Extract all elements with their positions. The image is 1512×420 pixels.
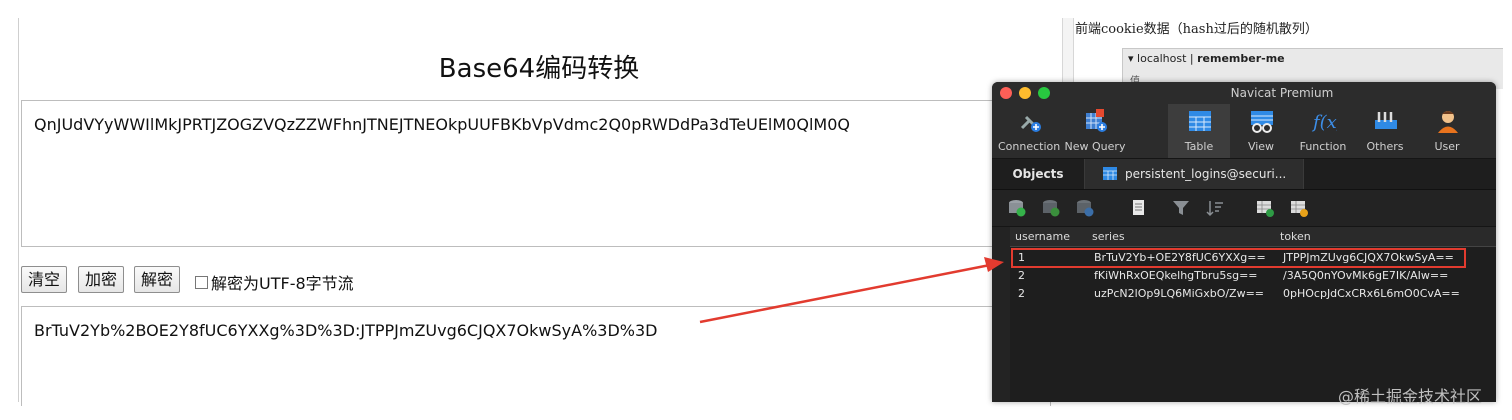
watermark: @稀土掘金技术社区 xyxy=(1338,387,1483,406)
annotation-arrow xyxy=(699,257,1004,324)
